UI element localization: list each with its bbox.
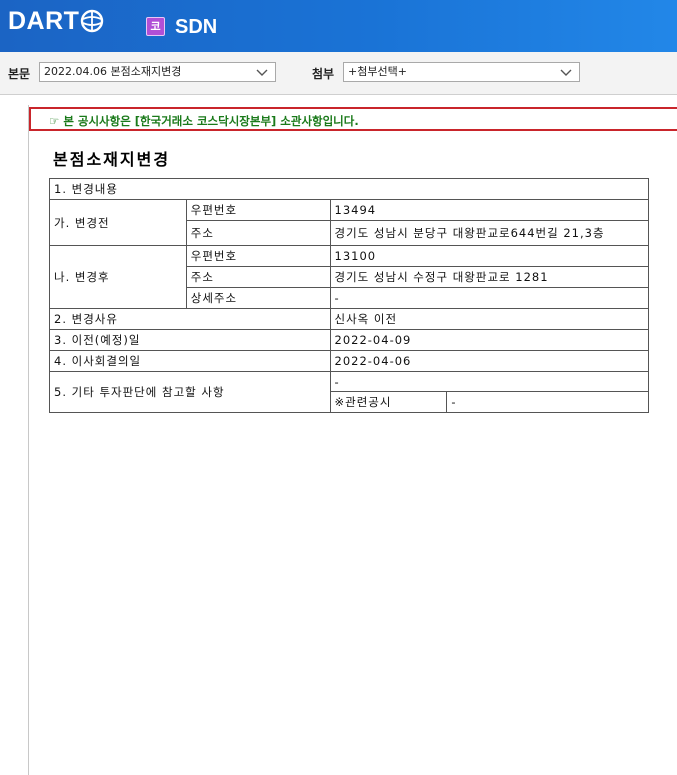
table-row: 5. 기타 투자판단에 참고할 사항 - (49, 371, 650, 413)
document-toolbar: 본문 2022.04.06 본점소재지변경 첨부 +첨부선택+ (0, 52, 677, 95)
logo-text: DART (8, 6, 80, 35)
board-date-value: 2022-04-06 (329, 350, 650, 372)
related-value: - (446, 391, 649, 413)
board-date-label: 4. 이사회결의일 (49, 350, 331, 372)
attach-label: 첨부 (312, 67, 335, 81)
related-label: ※관련공시 (329, 391, 448, 413)
change-info-table: 1. 변경내용 가. 변경전 우편번호 13494 주소 경기도 성남시 분당구… (49, 178, 650, 413)
table-row: 1. 변경내용 (49, 178, 649, 200)
document-title: 본점소재지변경 (53, 150, 171, 169)
chevron-down-icon (256, 69, 268, 76)
body-label: 본문 (8, 67, 31, 81)
jurisdiction-notice: ☞ 본 공시사항은 [한국거래소 코스닥시장본부] 소관사항입니다. (29, 107, 677, 131)
document-viewer[interactable]: ☞ 본 공시사항은 [한국거래소 코스닥시장본부] 소관사항입니다. 본점소재지… (0, 95, 677, 775)
body-select[interactable]: 2022.04.06 본점소재지변경 (39, 62, 276, 82)
after-zip-label: 우편번호 (185, 245, 331, 267)
section-change-contents: 1. 변경내용 (49, 178, 649, 200)
table-row: 가. 변경전 우편번호 13494 (49, 199, 650, 246)
move-date-value: 2022-04-09 (329, 329, 650, 351)
top-header: DART 코 SDN (0, 0, 677, 52)
attach-select[interactable]: +첨부선택+ (343, 62, 580, 82)
before-addr-label: 주소 (185, 220, 331, 246)
app-name: SDN (175, 16, 218, 38)
move-date-label: 3. 이전(예정)일 (49, 329, 331, 351)
after-label: 나. 변경후 (49, 245, 187, 309)
before-addr-value: 경기도 성남시 분당구 대왕판교로644번길 21,3층 (329, 220, 650, 246)
after-addr-value: 경기도 성남시 수정구 대왕판교로 1281 (329, 266, 650, 288)
after-zip-value: 13100 (329, 245, 650, 267)
dart-logo[interactable]: DART (8, 6, 104, 36)
other-label: 5. 기타 투자판단에 참고할 사항 (49, 371, 331, 413)
reason-value: 신사옥 이전 (329, 308, 650, 330)
after-detail-label: 상세주소 (185, 287, 331, 309)
table-row: 나. 변경후 우편번호 13100 (49, 245, 650, 309)
attach-select-value: +첨부선택+ (348, 65, 407, 78)
notice-text: ☞ 본 공시사항은 [한국거래소 코스닥시장본부] 소관사항입니다. (49, 114, 359, 128)
table-row: 4. 이사회결의일 2022-04-06 (49, 350, 650, 372)
table-row: 3. 이전(예정)일 2022-04-09 (49, 329, 650, 351)
body-select-value: 2022.04.06 본점소재지변경 (44, 65, 182, 78)
other-value: - (329, 371, 650, 392)
before-label: 가. 변경전 (49, 199, 187, 246)
kosdaq-badge: 코 (146, 17, 165, 36)
table-row: 2. 변경사유 신사옥 이전 (49, 308, 650, 330)
after-detail-value: - (329, 287, 650, 309)
globe-icon (81, 9, 104, 33)
reason-label: 2. 변경사유 (49, 308, 331, 330)
chevron-down-icon (560, 69, 572, 76)
after-addr-label: 주소 (185, 266, 331, 288)
before-zip-value: 13494 (329, 199, 650, 221)
before-zip-label: 우편번호 (185, 199, 331, 221)
